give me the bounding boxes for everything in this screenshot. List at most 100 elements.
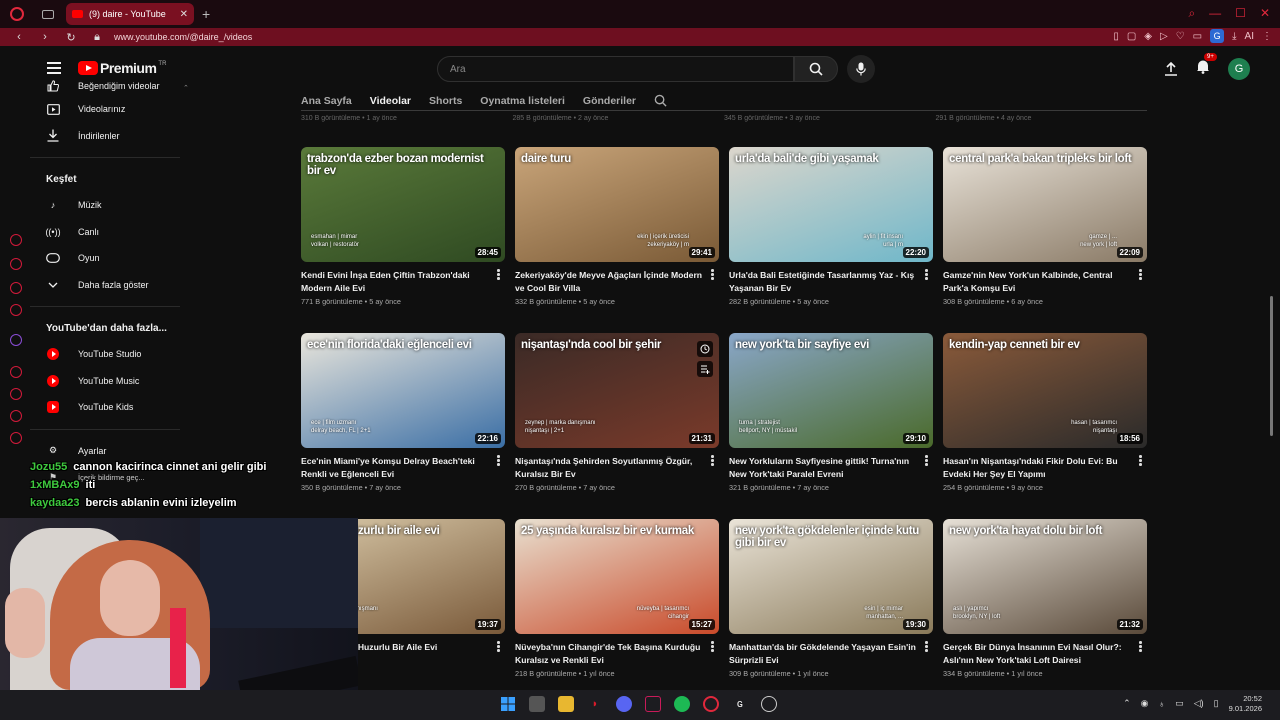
settings-icon[interactable] xyxy=(10,432,22,444)
tab-home[interactable]: Ana Sayfa xyxy=(301,95,352,107)
tab-close-icon[interactable]: ✕ xyxy=(180,9,188,20)
sidebar-item-downloads[interactable]: İndirilenler xyxy=(30,123,190,150)
history-icon[interactable] xyxy=(10,366,22,378)
pinboard-icon[interactable] xyxy=(10,410,22,422)
clock[interactable]: 20:52 9.01.2026 xyxy=(1229,694,1262,714)
mic-tray-icon[interactable]: ♁ xyxy=(1158,699,1165,709)
video-title[interactable]: Hasan'ın Nişantaşı'ndaki Fikir Dolu Evi:… xyxy=(943,455,1133,481)
browser-tab[interactable]: (9) daire - YouTube ✕ xyxy=(66,3,194,25)
video-title[interactable]: Kendi Evini İnşa Eden Çiftin Trabzon'dak… xyxy=(301,269,491,295)
video-card[interactable]: central park'a bakan tripleks bir loft ga… xyxy=(943,147,1147,306)
minimize-button[interactable]: — xyxy=(1209,6,1221,21)
video-title[interactable]: Gamze'nin New York'un Kalbinde, Central … xyxy=(943,269,1133,295)
wallet-icon[interactable]: ▭ xyxy=(1193,31,1202,42)
play-icon[interactable]: ▷ xyxy=(1160,31,1168,42)
video-card[interactable]: kendin-yap cenneti bir ev hasan | tasarım… xyxy=(943,333,1147,492)
video-thumbnail[interactable]: central park'a bakan tripleks bir loft ga… xyxy=(943,147,1147,262)
video-title[interactable]: Zekeriyaköy'de Meyve Ağaçları İçinde Mod… xyxy=(515,269,705,295)
more-actions-icon[interactable] xyxy=(925,641,929,652)
video-thumbnail[interactable]: new york'ta bir sayfiye evi turna | strat… xyxy=(729,333,933,448)
more-actions-icon[interactable] xyxy=(1139,269,1143,280)
more-actions-icon[interactable] xyxy=(711,641,715,652)
video-thumbnail[interactable]: new york'ta hayat dolu bir loft aslı | ya… xyxy=(943,519,1147,634)
forward-button[interactable]: › xyxy=(38,31,52,43)
messenger-icon[interactable] xyxy=(10,234,22,246)
task-view-icon[interactable] xyxy=(529,696,545,712)
volume-icon[interactable]: ◁) xyxy=(1194,698,1204,709)
video-card[interactable]: 25 yaşında kuralsız bir ev kurmak nüveyba… xyxy=(515,519,719,678)
account-avatar[interactable]: G xyxy=(1228,58,1250,80)
tab-videos[interactable]: Videolar xyxy=(370,95,411,107)
capcut-icon[interactable]: ɢ xyxy=(732,696,748,712)
video-title[interactable]: Manhattan'da bir Gökdelende Yaşayan Esin… xyxy=(729,641,919,667)
feed-icon[interactable] xyxy=(10,258,22,270)
youtube-logo[interactable]: Premium TR xyxy=(78,60,166,76)
network-icon[interactable]: ▭ xyxy=(1175,698,1184,709)
new-tab-button[interactable]: + xyxy=(202,6,210,22)
reload-button[interactable]: ↻ xyxy=(64,31,78,44)
more-menu-icon[interactable]: ⋮ xyxy=(1262,31,1272,42)
video-title[interactable]: Nüveyba'nın Cihangir'de Tek Başına Kurdu… xyxy=(515,641,705,667)
tab-posts[interactable]: Gönderiler xyxy=(583,95,636,107)
editor-icon[interactable] xyxy=(645,696,661,712)
telegram-icon[interactable] xyxy=(10,304,22,316)
watch-later-icon[interactable] xyxy=(697,341,713,357)
video-card[interactable]: daire turu ekin | içerik üreticisi zekeri… xyxy=(515,147,719,306)
instagram-icon[interactable] xyxy=(10,282,22,294)
file-explorer-icon[interactable] xyxy=(558,696,574,712)
sidebar-scroll-up-icon[interactable]: ⌃ xyxy=(183,84,189,92)
sidebar-item-liked-videos[interactable]: Beğendiğim videolar xyxy=(30,80,190,96)
video-card[interactable]: trabzon'da ezber bozan modernist bir ev e… xyxy=(301,147,505,306)
spotify-icon[interactable] xyxy=(674,696,690,712)
tray-chevron-icon[interactable]: ⌃ xyxy=(1123,698,1131,709)
add-to-queue-icon[interactable] xyxy=(697,361,713,377)
search-input[interactable] xyxy=(438,57,793,81)
workspaces-icon[interactable] xyxy=(42,9,54,19)
search-tabs-icon[interactable]: ⌕ xyxy=(1188,6,1195,21)
video-title[interactable]: Nişantaşı'nda Şehirden Soyutlanmış Özgür… xyxy=(515,455,705,481)
video-title[interactable]: Urla'da Bali Estetiğinde Tasarlanmış Yaz… xyxy=(729,269,919,295)
video-thumbnail[interactable]: kendin-yap cenneti bir ev hasan | tasarım… xyxy=(943,333,1147,448)
video-thumbnail[interactable]: trabzon'da ezber bozan modernist bir ev e… xyxy=(301,147,505,262)
video-card[interactable]: nişantaşı'nda cool bir şehir zeynep | mar… xyxy=(515,333,719,492)
sidebar-item-live[interactable]: ((•)) Canlı xyxy=(30,219,190,246)
download-icon[interactable]: ⤓ xyxy=(1232,31,1236,42)
more-actions-icon[interactable] xyxy=(497,641,501,652)
sidebar-item-gaming[interactable]: Oyun xyxy=(30,245,190,272)
more-actions-icon[interactable] xyxy=(1139,641,1143,652)
sidebar-item-your-videos[interactable]: Videolarınız xyxy=(30,96,190,123)
opera-gx-icon[interactable]: ◗ xyxy=(587,696,603,712)
tab-shorts[interactable]: Shorts xyxy=(429,95,462,107)
maximize-button[interactable]: ☐ xyxy=(1235,6,1246,21)
video-card[interactable]: new york'ta hayat dolu bir loft aslı | ya… xyxy=(943,519,1147,678)
tab-playlists[interactable]: Oynatma listeleri xyxy=(480,95,565,107)
obs-icon[interactable] xyxy=(761,696,777,712)
back-button[interactable]: ‹ xyxy=(12,31,26,43)
more-actions-icon[interactable] xyxy=(711,269,715,280)
sidebar-item-youtube-studio[interactable]: YouTube Studio xyxy=(30,341,190,368)
more-actions-icon[interactable] xyxy=(1139,455,1143,466)
sidebar-item-youtube-kids[interactable]: YouTube Kids xyxy=(30,394,190,421)
profile-avatar[interactable]: G xyxy=(1210,29,1225,43)
opera-icon[interactable] xyxy=(703,696,719,712)
url-field[interactable]: www.youtube.com/@daire_/videos xyxy=(114,32,252,42)
video-card[interactable]: urla'da bali'de gibi yaşamak aylin | fit … xyxy=(729,147,933,306)
tray-app-icon[interactable]: ◉ xyxy=(1141,698,1149,709)
video-card[interactable]: new york'ta gökdelenler içinde kutu gibi… xyxy=(729,519,933,678)
video-thumbnail[interactable]: daire turu ekin | içerik üreticisi zekeri… xyxy=(515,147,719,262)
video-thumbnail[interactable]: urla'da bali'de gibi yaşamak aylin | fit … xyxy=(729,147,933,262)
sidebar-item-youtube-music[interactable]: YouTube Music xyxy=(30,368,190,395)
bookmark-icon[interactable]: ▯ xyxy=(1113,31,1119,42)
heart-icon[interactable]: ♡ xyxy=(1176,31,1185,42)
video-title[interactable]: New Yorkluların Sayfiyesine gittik! Turn… xyxy=(729,455,919,481)
search-button[interactable] xyxy=(794,56,838,82)
video-title[interactable]: Gerçek Bir Dünya İnsanının Evi Nasıl Olu… xyxy=(943,641,1133,667)
more-actions-icon[interactable] xyxy=(925,269,929,280)
sidebar-item-music[interactable]: ♪ Müzik xyxy=(30,192,190,219)
notifications-button[interactable]: 9+ xyxy=(1196,53,1217,79)
aria-ai-button[interactable]: AI xyxy=(1245,31,1254,42)
discord-icon[interactable] xyxy=(616,696,632,712)
snapshot-icon[interactable]: ▢ xyxy=(1127,31,1136,42)
sidebar-item-show-more[interactable]: Daha fazla göster xyxy=(30,272,190,299)
battery-icon[interactable]: ▯ xyxy=(1214,698,1219,709)
